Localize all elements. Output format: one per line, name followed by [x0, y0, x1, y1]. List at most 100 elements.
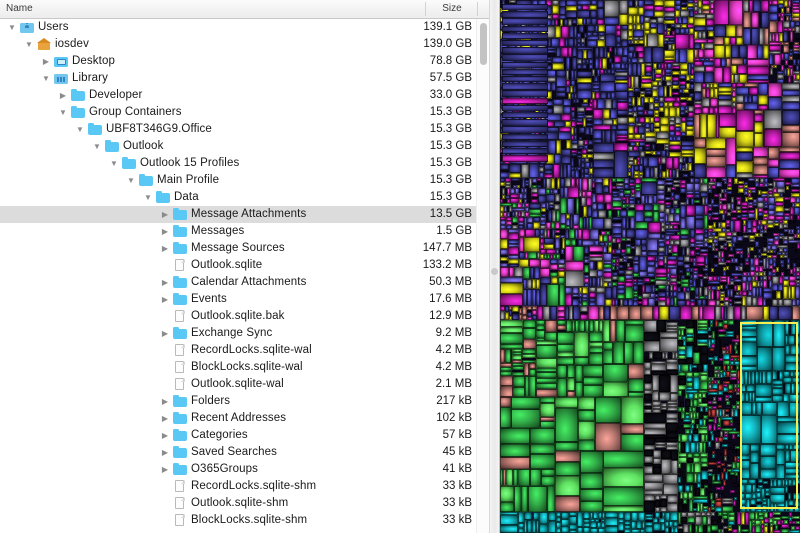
treemap-block[interactable] — [770, 493, 785, 503]
treemap-block[interactable] — [635, 203, 644, 212]
tree-row[interactable]: Outlook.sqlite-wal 2.1 MB — [0, 376, 489, 393]
treemap-block[interactable] — [596, 193, 604, 203]
tree-row[interactable]: ▼ UBF8T346G9.Office 15.3 GB — [0, 121, 489, 138]
treemap-block[interactable] — [656, 131, 669, 139]
treemap-block[interactable] — [522, 339, 536, 350]
treemap-block[interactable] — [725, 138, 737, 166]
treemap-block[interactable] — [511, 397, 541, 409]
treemap-block[interactable] — [647, 33, 659, 47]
treemap-block[interactable] — [592, 108, 603, 119]
treemap-block[interactable] — [661, 458, 672, 474]
treemap-block[interactable] — [668, 306, 680, 320]
treemap-block[interactable] — [644, 331, 660, 341]
treemap-block[interactable] — [641, 181, 657, 195]
treemap-block[interactable] — [522, 328, 536, 340]
disclosure-triangle-open-icon[interactable]: ▼ — [57, 104, 69, 121]
treemap-block[interactable] — [676, 291, 685, 300]
treemap-block[interactable] — [763, 110, 782, 129]
treemap-block[interactable] — [553, 104, 563, 114]
treemap-block[interactable] — [740, 329, 758, 338]
treemap-block[interactable] — [663, 0, 676, 7]
treemap-block[interactable] — [505, 468, 513, 486]
treemap-block[interactable] — [772, 388, 783, 395]
treemap-block[interactable] — [699, 374, 708, 382]
treemap-block[interactable] — [637, 125, 646, 135]
treemap-block[interactable] — [540, 421, 556, 428]
treemap-block[interactable] — [614, 82, 628, 92]
treemap-block[interactable] — [694, 18, 706, 26]
treemap-block[interactable] — [659, 117, 669, 125]
treemap-block[interactable] — [706, 156, 726, 167]
treemap-block[interactable] — [768, 159, 780, 167]
treemap-block[interactable] — [652, 450, 662, 458]
treemap-block[interactable] — [555, 495, 581, 512]
treemap-block[interactable] — [782, 82, 800, 90]
treemap-block[interactable] — [699, 113, 708, 139]
treemap-block[interactable] — [545, 331, 558, 342]
treemap-block[interactable] — [502, 104, 548, 112]
treemap-block[interactable] — [747, 65, 769, 75]
treemap-block[interactable] — [644, 473, 664, 483]
treemap-block[interactable] — [604, 218, 612, 229]
treemap-block[interactable] — [768, 82, 783, 98]
treemap-block[interactable] — [561, 512, 570, 520]
treemap-block[interactable] — [540, 268, 550, 278]
column-divider-1[interactable] — [425, 2, 426, 16]
treemap-block[interactable] — [725, 25, 737, 37]
treemap-block[interactable] — [753, 156, 769, 165]
treemap-block[interactable] — [670, 512, 678, 521]
treemap-block[interactable] — [552, 4, 560, 14]
treemap-block[interactable] — [763, 128, 782, 147]
treemap-block[interactable] — [580, 501, 604, 512]
file-tree-scroll-area[interactable]: ▼ Users 139.1 GB ▼ iosdev 139.0 GB ▶ Desktop 78.… — [0, 19, 489, 533]
treemap-block[interactable] — [589, 269, 598, 277]
column-header-size[interactable]: Size — [428, 0, 476, 18]
treemap-block[interactable] — [768, 5, 779, 13]
treemap-block[interactable] — [652, 466, 662, 474]
treemap-block[interactable] — [740, 459, 750, 469]
treemap-block[interactable] — [703, 306, 715, 320]
treemap-block[interactable] — [502, 61, 548, 68]
treemap-block[interactable] — [659, 306, 669, 320]
treemap-block[interactable] — [694, 163, 707, 178]
treemap-block[interactable] — [580, 489, 604, 502]
treemap-block[interactable] — [562, 99, 571, 107]
treemap-block[interactable] — [525, 228, 535, 238]
treemap-block[interactable] — [592, 129, 602, 139]
treemap-block[interactable] — [775, 449, 786, 466]
treemap-block[interactable] — [542, 306, 550, 320]
treemap-block[interactable] — [597, 527, 605, 533]
treemap-block[interactable] — [746, 306, 763, 320]
treemap-block[interactable] — [731, 57, 743, 65]
treemap-block[interactable] — [604, 298, 612, 306]
treemap-block[interactable] — [656, 320, 667, 332]
tree-row[interactable]: ▶ Folders 217 kB — [0, 393, 489, 410]
treemap-block[interactable] — [623, 342, 634, 365]
treemap-block[interactable] — [500, 332, 523, 344]
treemap-block[interactable] — [694, 138, 707, 149]
treemap-block[interactable] — [686, 320, 694, 329]
treemap-block[interactable] — [756, 201, 764, 209]
treemap-block[interactable] — [661, 450, 672, 459]
disclosure-triangle-closed-icon[interactable]: ▶ — [159, 410, 171, 427]
treemap-block[interactable] — [630, 512, 638, 521]
treemap-block[interactable] — [500, 485, 515, 503]
treemap-block[interactable] — [557, 356, 574, 366]
treemap-block[interactable] — [595, 182, 603, 194]
treemap-block[interactable] — [580, 451, 604, 473]
tree-row[interactable]: ▶ Events 17.6 MB — [0, 291, 489, 308]
treemap-block[interactable] — [535, 329, 546, 339]
disclosure-triangle-open-icon[interactable]: ▼ — [74, 121, 86, 138]
treemap-block[interactable] — [578, 397, 595, 411]
disclosure-triangle-closed-icon[interactable]: ▶ — [159, 240, 171, 257]
treemap-block[interactable] — [713, 45, 726, 58]
treemap-block[interactable] — [694, 233, 705, 241]
treemap-block[interactable] — [757, 94, 769, 106]
treemap-block[interactable] — [502, 155, 548, 162]
treemap-block[interactable] — [578, 440, 595, 452]
treemap-block[interactable] — [600, 82, 615, 92]
treemap-block[interactable] — [779, 159, 800, 170]
treemap-block[interactable] — [694, 148, 707, 164]
treemap-block[interactable] — [540, 402, 556, 417]
treemap-block[interactable] — [583, 365, 603, 378]
